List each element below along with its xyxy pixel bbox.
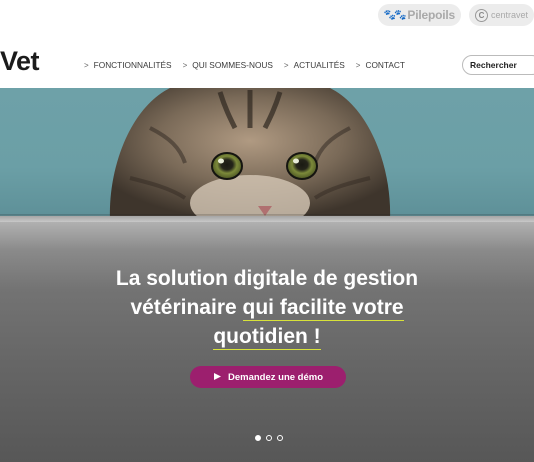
nav-item-label: QUI SOMMES-NOUS: [192, 60, 273, 70]
carousel-pagination: [255, 435, 283, 441]
hero-title-line2a: vétérinaire: [130, 296, 243, 319]
hero-carousel: La solution digitale de gestion vétérina…: [0, 88, 534, 462]
centravet-icon: C: [474, 8, 488, 22]
demo-request-label: Demandez une démo: [227, 371, 324, 383]
chevron-right-icon: >: [182, 60, 188, 70]
site-header: Vet > FONCTIONNALITÉS > QUI SOMMES-NOUS …: [0, 44, 534, 86]
hero-title-line1: La solution digitale de gestion: [115, 267, 419, 290]
centravet-label: centravet: [490, 10, 528, 20]
hero-title-line3: quotidien !: [213, 325, 321, 350]
carousel-dot-3[interactable]: [277, 435, 283, 441]
hero-title-line2b: qui facilite votre: [242, 296, 404, 321]
nav-item-actualites[interactable]: > ACTUALITÉS: [284, 60, 345, 70]
nav-item-label: CONTACT: [365, 60, 405, 70]
pilepoils-logo-link[interactable]: 🐾🐾 Pilepoils: [377, 4, 461, 26]
paw-icon: 🐾🐾: [383, 9, 407, 21]
cat-photo: [109, 88, 391, 220]
demo-request-button[interactable]: Demandez une démo: [190, 366, 346, 388]
partner-strip: 🐾🐾 Pilepoils C centravet: [377, 4, 534, 26]
chevron-right-icon: >: [355, 60, 361, 70]
ledge-edge: [0, 214, 534, 222]
nav-item-label: ACTUALITÉS: [293, 60, 345, 70]
centravet-logo-link[interactable]: C centravet: [468, 4, 534, 26]
chevron-right-icon: >: [283, 60, 289, 70]
page: 🐾🐾 Pilepoils C centravet Vet > FONCTIONN…: [0, 0, 534, 462]
chevron-right-icon: >: [84, 60, 89, 70]
nav-item-contact[interactable]: > CONTACT: [356, 60, 405, 70]
search-input[interactable]: [462, 55, 534, 75]
pilepoils-label: Pilepoils: [407, 8, 455, 22]
site-logo[interactable]: Vet: [0, 46, 40, 77]
carousel-dot-1[interactable]: [255, 435, 261, 441]
nav-item-qui-sommes-nous[interactable]: > QUI SOMMES-NOUS: [183, 60, 273, 70]
nav-item-fonctionnalites[interactable]: > FONCTIONNALITÉS: [84, 60, 172, 70]
arrow-right-icon: [213, 372, 222, 383]
nav-item-label: FONCTIONNALITÉS: [93, 60, 172, 70]
hero-title: La solution digitale de gestion vétérina…: [85, 264, 449, 351]
carousel-dot-2[interactable]: [266, 435, 272, 441]
main-nav: > FONCTIONNALITÉS > QUI SOMMES-NOUS > AC…: [84, 60, 405, 70]
